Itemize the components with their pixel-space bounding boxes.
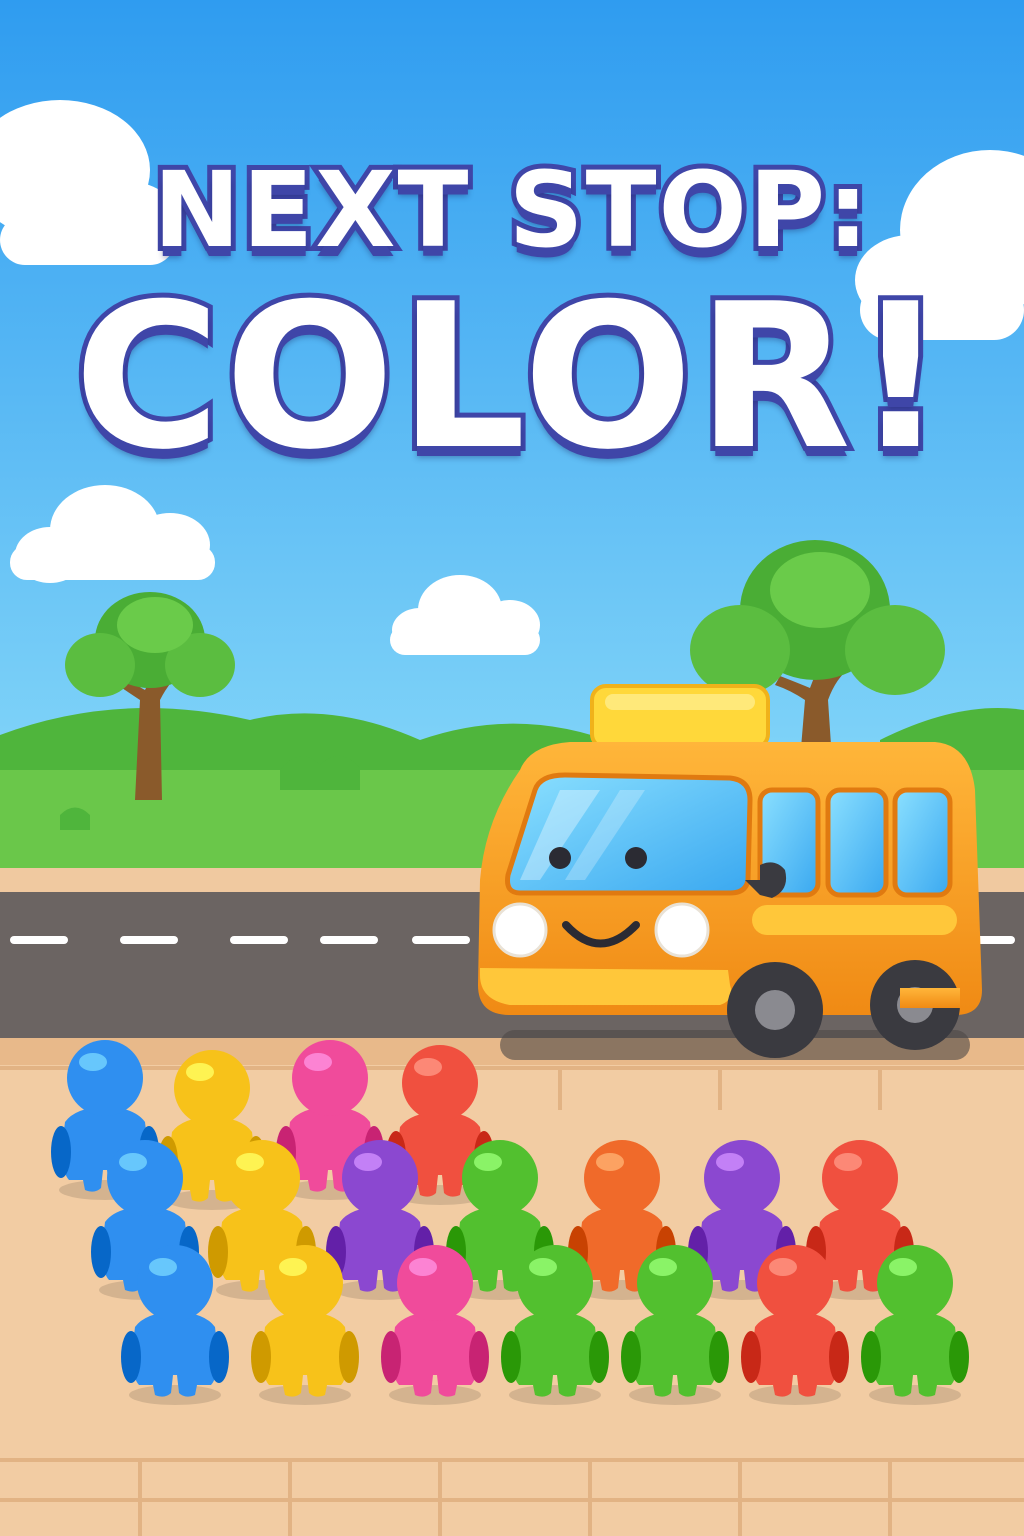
passenger-head	[292, 1040, 368, 1116]
passenger-head	[704, 1140, 780, 1216]
passenger-arm	[861, 1331, 881, 1383]
passenger-head	[224, 1140, 300, 1216]
passenger-head	[402, 1045, 478, 1121]
passenger-arm	[741, 1331, 761, 1383]
bus-headlight-right	[654, 902, 710, 958]
passenger-head	[342, 1140, 418, 1216]
passenger-head	[174, 1050, 250, 1126]
passenger-shadow	[749, 1385, 841, 1405]
passenger-arm	[829, 1331, 849, 1383]
passenger-arm	[589, 1331, 609, 1383]
passenger-shadow	[629, 1385, 721, 1405]
passenger-arm	[709, 1331, 729, 1383]
passenger-head	[67, 1040, 143, 1116]
passenger-arm	[91, 1226, 111, 1278]
passenger-arm	[251, 1331, 271, 1383]
passenger-head	[397, 1245, 473, 1321]
passenger-head	[757, 1245, 833, 1321]
passenger-arm	[501, 1331, 521, 1383]
passenger-arm	[51, 1126, 71, 1178]
passenger-shadow	[259, 1385, 351, 1405]
passenger-shadow	[869, 1385, 961, 1405]
passenger-arm	[209, 1331, 229, 1383]
passenger-head	[822, 1140, 898, 1216]
bus-headlight-left	[492, 902, 548, 958]
title-line-2: COLOR!	[69, 261, 951, 494]
passenger-head	[517, 1245, 593, 1321]
passenger-shadow	[129, 1385, 221, 1405]
passenger-head	[637, 1245, 713, 1321]
passenger-shadow	[389, 1385, 481, 1405]
passenger-head	[137, 1245, 213, 1321]
bus-eye-right	[625, 847, 647, 869]
passenger-shadow	[509, 1385, 601, 1405]
passenger-arm	[469, 1331, 489, 1383]
bus-bumper	[480, 968, 732, 1005]
passenger-arm	[339, 1331, 359, 1383]
passenger-head	[877, 1245, 953, 1321]
passenger-head	[107, 1140, 183, 1216]
title-line-1: NEXT STOP:	[148, 145, 873, 275]
passenger-head	[267, 1245, 343, 1321]
bus-eye-left	[549, 847, 571, 869]
passenger-head	[462, 1140, 538, 1216]
passenger-head	[584, 1140, 660, 1216]
passenger-arm	[208, 1226, 228, 1278]
bus-window-2	[825, 787, 889, 898]
passenger-arm	[949, 1331, 969, 1383]
game-scene: NEXT STOP: COLOR!	[0, 0, 1024, 1536]
bus-window-3	[892, 787, 953, 898]
passenger-arm	[121, 1331, 141, 1383]
passenger-arm	[381, 1331, 401, 1383]
bus-stripe	[752, 905, 957, 935]
passenger-arm	[621, 1331, 641, 1383]
